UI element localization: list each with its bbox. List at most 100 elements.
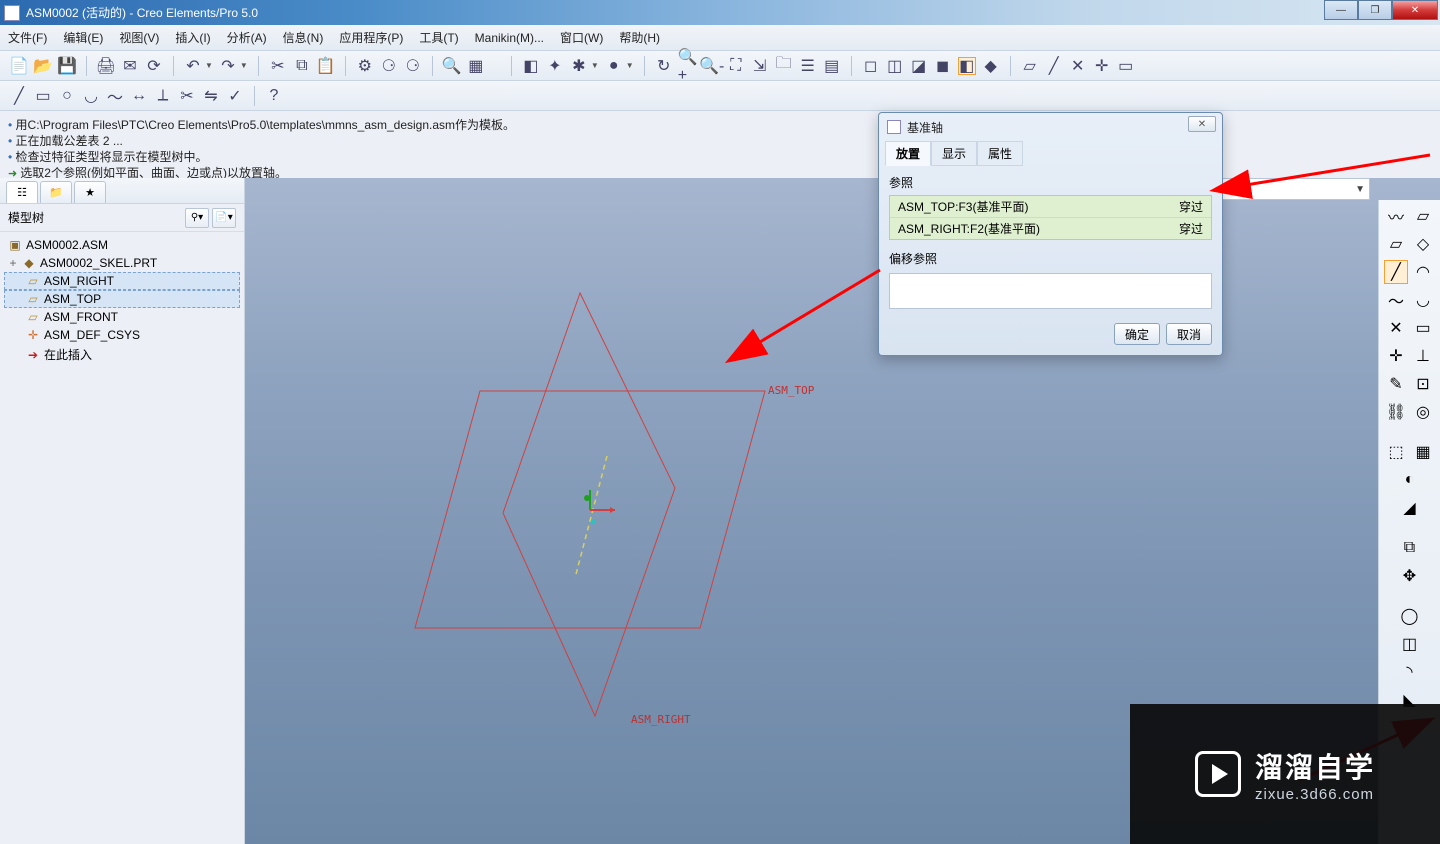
shade2-icon[interactable]: ◧ bbox=[958, 57, 976, 75]
copy-icon[interactable]: ⧉ bbox=[293, 57, 311, 75]
rt-table-icon[interactable]: ▦ bbox=[1411, 440, 1435, 464]
help-icon[interactable]: ? bbox=[265, 87, 283, 105]
rt-chain-icon[interactable]: ⛓ bbox=[1384, 400, 1408, 424]
rt-icon[interactable]: ⊡ bbox=[1411, 372, 1435, 396]
dialog-tab-display[interactable]: 显示 bbox=[931, 141, 977, 166]
ok-button[interactable]: 确定 bbox=[1114, 323, 1160, 345]
menu-tools[interactable]: 工具(T) bbox=[419, 29, 458, 46]
select-icon[interactable]: ▦ bbox=[467, 57, 485, 75]
offset-refs-box[interactable] bbox=[889, 273, 1212, 309]
tree-settings-button[interactable]: ⚲▾ bbox=[185, 208, 209, 228]
annot-icon[interactable]: ▭ bbox=[1117, 57, 1135, 75]
ref-row[interactable]: ASM_TOP:F3(基准平面) 穿过 bbox=[890, 196, 1211, 217]
tree-item-csys[interactable]: ✛ ASM_DEF_CSYS bbox=[4, 326, 240, 344]
panel-tab-tree[interactable]: ☷ bbox=[6, 181, 38, 203]
tree-item-insert[interactable]: ➔ 在此插入 bbox=[4, 344, 240, 365]
zoom-in-icon[interactable]: 🔍+ bbox=[679, 57, 697, 75]
sk-spline-icon[interactable]: 〜 bbox=[106, 87, 124, 105]
paste-icon[interactable]: 📋 bbox=[317, 57, 335, 75]
orient-icon[interactable]: ⇲ bbox=[751, 57, 769, 75]
rt-icon[interactable]: ⊥ bbox=[1411, 344, 1435, 368]
undo-dropdown-icon[interactable]: ▼ bbox=[205, 61, 213, 70]
zoom-fit-icon[interactable]: ⛶ bbox=[727, 57, 745, 75]
shade-icon[interactable]: ◼ bbox=[934, 57, 952, 75]
rt-sweep-icon[interactable]: ◢ bbox=[1398, 496, 1422, 520]
dialog-close-button[interactable]: ✕ bbox=[1188, 116, 1216, 132]
datum-plane-icon[interactable]: 〰 bbox=[1384, 204, 1408, 228]
dialog-title-bar[interactable]: 基准轴 ✕ bbox=[879, 113, 1222, 141]
save-icon[interactable]: 💾 bbox=[58, 57, 76, 75]
sk-mirror-icon[interactable]: ⇋ bbox=[202, 87, 220, 105]
redo-icon[interactable]: ↷ bbox=[219, 57, 237, 75]
menu-manikin[interactable]: Manikin(M)... bbox=[475, 31, 544, 45]
regen3-icon[interactable]: ⚆ bbox=[404, 57, 422, 75]
close-button[interactable]: ✕ bbox=[1392, 0, 1438, 20]
display-3-icon[interactable]: ✱ bbox=[570, 57, 588, 75]
expand-icon[interactable]: + bbox=[8, 256, 18, 270]
tree-item-skel[interactable]: + ◆ ASM0002_SKEL.PRT bbox=[4, 254, 240, 272]
rt-icon[interactable]: ◠ bbox=[1411, 260, 1435, 284]
mail-icon[interactable]: ✉ bbox=[121, 57, 139, 75]
rt-assem-icon[interactable]: ⧉ bbox=[1398, 536, 1422, 560]
tree-show-button[interactable]: 📄▾ bbox=[212, 208, 236, 228]
menu-help[interactable]: 帮助(H) bbox=[619, 29, 660, 46]
tree-item-right[interactable]: ▱ ASM_RIGHT bbox=[4, 272, 240, 290]
regen-icon[interactable]: ⚙ bbox=[356, 57, 374, 75]
rt-icon[interactable]: ◇ bbox=[1411, 232, 1435, 256]
sk-rect-icon[interactable]: ▭ bbox=[34, 87, 52, 105]
wire-icon[interactable]: ◻ bbox=[862, 57, 880, 75]
display-1-icon[interactable]: ◧ bbox=[522, 57, 540, 75]
rt-revolve-icon[interactable]: ◐ bbox=[1398, 468, 1422, 492]
rt-round-icon[interactable]: ◝ bbox=[1398, 660, 1422, 684]
rt-shell-icon[interactable]: ◫ bbox=[1398, 632, 1422, 656]
datum-plane-icon[interactable]: ▱ bbox=[1021, 57, 1039, 75]
sk-line-icon[interactable]: ╱ bbox=[10, 87, 28, 105]
refs-list[interactable]: ASM_TOP:F3(基准平面) 穿过 ASM_RIGHT:F2(基准平面) 穿… bbox=[889, 195, 1212, 240]
rt-extrude-icon[interactable]: ⬚ bbox=[1384, 440, 1408, 464]
new-icon[interactable]: 📄 bbox=[10, 57, 28, 75]
cancel-button[interactable]: 取消 bbox=[1166, 323, 1212, 345]
display-4-icon[interactable]: ● bbox=[605, 57, 623, 75]
sk-const-icon[interactable]: ⟂ bbox=[154, 87, 172, 105]
rt-point-icon[interactable]: ✕ bbox=[1384, 316, 1408, 340]
rt-icon[interactable]: ◡ bbox=[1411, 288, 1435, 312]
datum-csys-icon[interactable]: ✛ bbox=[1093, 57, 1111, 75]
rt-hole-icon[interactable]: ◯ bbox=[1398, 604, 1422, 628]
rt-sketch-icon[interactable]: ✎ bbox=[1384, 372, 1408, 396]
layers-icon[interactable]: ☰ bbox=[799, 57, 817, 75]
menu-info[interactable]: 信息(N) bbox=[283, 29, 324, 46]
print-icon[interactable]: 🖨 bbox=[97, 57, 115, 75]
sk-trim-icon[interactable]: ✂ bbox=[178, 87, 196, 105]
menu-edit[interactable]: 编辑(E) bbox=[63, 29, 103, 46]
dialog-tab-props[interactable]: 属性 bbox=[977, 141, 1023, 166]
menu-file[interactable]: 文件(F) bbox=[8, 29, 47, 46]
sk-dim-icon[interactable]: ↔ bbox=[130, 87, 148, 105]
dialog-tab-placement[interactable]: 放置 bbox=[885, 141, 931, 166]
redo-dropdown-icon[interactable]: ▼ bbox=[240, 61, 248, 70]
panel-tab-folder[interactable]: 📁 bbox=[40, 181, 72, 203]
view-spin-icon[interactable]: ↻ bbox=[655, 57, 673, 75]
tree-item-front[interactable]: ▱ ASM_FRONT bbox=[4, 308, 240, 326]
rt-csys-icon[interactable]: ✛ bbox=[1384, 344, 1408, 368]
minimize-button[interactable]: — bbox=[1324, 0, 1358, 20]
cut-icon[interactable]: ✂ bbox=[269, 57, 287, 75]
open-icon[interactable]: 📂 bbox=[34, 57, 52, 75]
menu-analysis[interactable]: 分析(A) bbox=[227, 29, 267, 46]
menu-app[interactable]: 应用程序(P) bbox=[339, 29, 403, 46]
find-icon[interactable]: 🔍 bbox=[443, 57, 461, 75]
menu-window[interactable]: 窗口(W) bbox=[560, 29, 603, 46]
datum-point-icon[interactable]: ✕ bbox=[1069, 57, 1087, 75]
panel-tab-fav[interactable]: ★ bbox=[74, 181, 106, 203]
sk-circle-icon[interactable]: ○ bbox=[58, 87, 76, 105]
regen2-icon[interactable]: ⚆ bbox=[380, 57, 398, 75]
nohidden-icon[interactable]: ◪ bbox=[910, 57, 928, 75]
enh-icon[interactable]: ◆ bbox=[982, 57, 1000, 75]
sk-done-icon[interactable]: ✓ bbox=[226, 87, 244, 105]
zoom-out-icon[interactable]: 🔍- bbox=[703, 57, 721, 75]
ref-row[interactable]: ASM_RIGHT:F2(基准平面) 穿过 bbox=[890, 217, 1211, 239]
rt-move-icon[interactable]: ✥ bbox=[1398, 564, 1422, 588]
display-2-icon[interactable]: ✦ bbox=[546, 57, 564, 75]
saved-view-icon[interactable]: 🗀 bbox=[775, 57, 793, 75]
menu-insert[interactable]: 插入(I) bbox=[175, 29, 210, 46]
undo-icon[interactable]: ↶ bbox=[184, 57, 202, 75]
